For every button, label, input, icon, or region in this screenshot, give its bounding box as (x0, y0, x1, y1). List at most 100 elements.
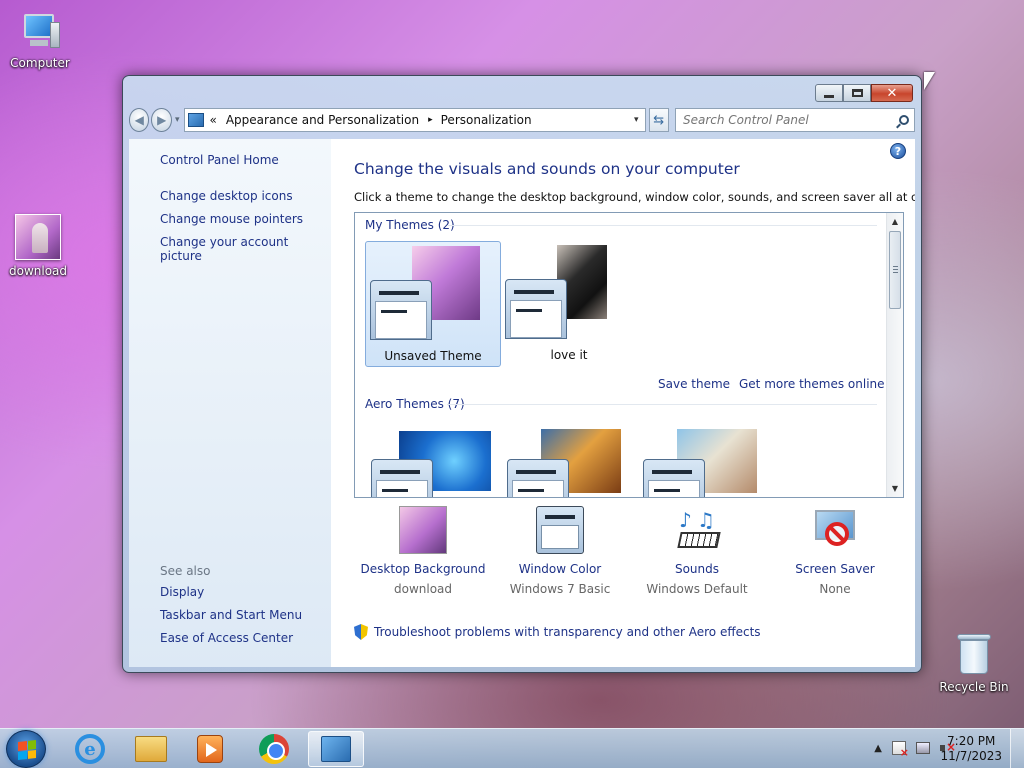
scroll-down-icon[interactable]: ▼ (887, 480, 903, 497)
recent-pages-dropdown[interactable]: ▾ (175, 115, 180, 125)
desktop-background-item[interactable]: Desktop Background download (355, 506, 491, 596)
search-icon[interactable] (898, 115, 909, 125)
desktop-background-icon (399, 506, 447, 554)
get-more-themes-link[interactable]: Get more themes online (739, 377, 885, 391)
sidebar-taskbar-start-menu[interactable]: Taskbar and Start Menu (160, 608, 302, 622)
arrow-left-icon: ◀ (134, 113, 144, 127)
window-color-swatch (371, 459, 433, 497)
folder-icon (135, 736, 167, 762)
scroll-thumb[interactable] (889, 231, 901, 309)
address-dropdown[interactable]: ▾ (634, 115, 639, 125)
clock-time: 7:20 PM (947, 734, 996, 748)
page-title: Change the visuals and sounds on your co… (354, 160, 740, 178)
window-color-icon (536, 506, 584, 554)
screen-saver-icon (811, 506, 859, 554)
address-overflow[interactable]: « (210, 113, 217, 127)
desktop-icon-computer[interactable]: Computer (2, 12, 78, 70)
taskbar-internet-explorer[interactable]: e (62, 731, 118, 767)
desktop-icon-label: Recycle Bin (939, 680, 1009, 694)
clock-date: 11/7/2023 (940, 749, 1002, 763)
close-button[interactable]: ✕ (871, 84, 913, 102)
save-theme-link[interactable]: Save theme (658, 377, 730, 391)
refresh-icon: ⇆ (653, 112, 665, 128)
troubleshoot-link[interactable]: Troubleshoot problems with transparency … (354, 624, 761, 640)
personalization-window: ✕ ◀ ▶ ▾ « Appearance and Personalization… (122, 75, 922, 673)
mouse-cursor-icon (924, 72, 935, 90)
sidebar: Control Panel Home Change desktop icons … (129, 139, 331, 667)
network-icon[interactable] (916, 742, 930, 754)
internet-explorer-icon: e (75, 734, 105, 764)
title-buttons: ✕ (815, 84, 913, 102)
sounds-item[interactable]: ♪ ♫ Sounds Windows Default (629, 506, 765, 596)
sidebar-display[interactable]: Display (160, 585, 204, 599)
media-player-icon (197, 735, 223, 763)
theme-name: Unsaved Theme (384, 349, 482, 363)
clock[interactable]: 7:20 PM 11/7/2023 (940, 734, 1002, 764)
help-icon[interactable]: ? (890, 143, 906, 159)
address-bar[interactable]: « Appearance and Personalization ▸ Perso… (183, 108, 646, 132)
sounds-icon: ♪ ♫ (673, 506, 721, 554)
screen-saver-label[interactable]: Screen Saver (767, 562, 903, 576)
chrome-icon (259, 734, 289, 764)
taskbar-control-panel[interactable] (308, 731, 364, 767)
action-center-icon[interactable] (892, 741, 909, 759)
desktop-icon-label: Computer (10, 56, 70, 70)
shield-icon (354, 624, 368, 640)
image-file-icon (15, 214, 61, 260)
screen-saver-value: None (819, 582, 851, 596)
breadcrumb-appearance[interactable]: Appearance and Personalization (226, 113, 419, 127)
refresh-button[interactable]: ⇆ (648, 108, 669, 132)
scroll-up-icon[interactable]: ▲ (887, 213, 903, 230)
theme-name: love it (550, 348, 588, 362)
theme-aero-architecture[interactable] (501, 423, 637, 497)
breadcrumb-separator[interactable]: ▸ (428, 115, 433, 125)
navigation-bar: ◀ ▶ ▾ « Appearance and Personalization ▸… (129, 106, 915, 134)
theme-love-it[interactable]: love it (501, 241, 637, 367)
window-color-item[interactable]: Window Color Windows 7 Basic (492, 506, 628, 596)
sounds-value: Windows Default (646, 582, 748, 596)
my-themes-label: My Themes (2) (365, 218, 455, 232)
minimize-button[interactable] (815, 84, 843, 102)
window-content: Control Panel Home Change desktop icons … (129, 139, 915, 667)
taskbar-media-player[interactable] (182, 731, 238, 767)
themes-scrollbar[interactable]: ▲ ▼ (886, 213, 903, 497)
sidebar-ease-of-access[interactable]: Ease of Access Center (160, 631, 293, 645)
desktop-icon-recycle-bin[interactable]: Recycle Bin (936, 632, 1012, 694)
breadcrumb-personalization[interactable]: Personalization (441, 113, 532, 127)
taskbar-chrome[interactable] (246, 731, 302, 767)
desktop-background-value: download (393, 582, 453, 596)
search-input[interactable] (682, 113, 899, 127)
screen-saver-item[interactable]: Screen Saver None (767, 506, 903, 596)
computer-icon (18, 12, 62, 52)
theme-aero-windows7[interactable] (365, 423, 501, 497)
desktop-background-label[interactable]: Desktop Background (355, 562, 491, 576)
see-also-title: See also (160, 564, 211, 578)
sounds-label[interactable]: Sounds (629, 562, 765, 576)
windows-logo-icon (18, 740, 36, 760)
maximize-button[interactable] (843, 84, 871, 102)
tray-expand-icon[interactable]: ▲ (874, 743, 882, 754)
close-icon: ✕ (886, 85, 898, 101)
control-panel-icon (187, 113, 204, 127)
start-button[interactable] (6, 730, 46, 768)
taskbar-file-explorer[interactable] (123, 731, 179, 767)
forward-button[interactable]: ▶ (151, 108, 172, 132)
theme-aero-characters[interactable] (637, 423, 773, 497)
sidebar-change-desktop-icons[interactable]: Change desktop icons (160, 189, 293, 203)
window-color-swatch (643, 459, 705, 497)
sidebar-change-mouse-pointers[interactable]: Change mouse pointers (160, 212, 303, 226)
themes-list: My Themes (2) Unsaved Theme love it Save… (354, 212, 904, 498)
back-button[interactable]: ◀ (129, 108, 150, 132)
page-description: Click a theme to change the desktop back… (354, 190, 915, 204)
taskbar: e ▲ 7:20 PM 11/7/2023 (0, 728, 1024, 768)
desktop-icon-download[interactable]: download (0, 214, 76, 278)
theme-unsaved[interactable]: Unsaved Theme (365, 241, 501, 367)
sidebar-change-account-picture[interactable]: Change your account picture (160, 235, 331, 263)
arrow-right-icon: ▶ (157, 113, 167, 127)
window-color-swatch (505, 279, 567, 339)
troubleshoot-label[interactable]: Troubleshoot problems with transparency … (374, 625, 761, 639)
window-color-value: Windows 7 Basic (509, 582, 611, 596)
window-color-label[interactable]: Window Color (492, 562, 628, 576)
sidebar-control-panel-home[interactable]: Control Panel Home (160, 153, 279, 167)
show-desktop-button[interactable] (1010, 729, 1024, 768)
